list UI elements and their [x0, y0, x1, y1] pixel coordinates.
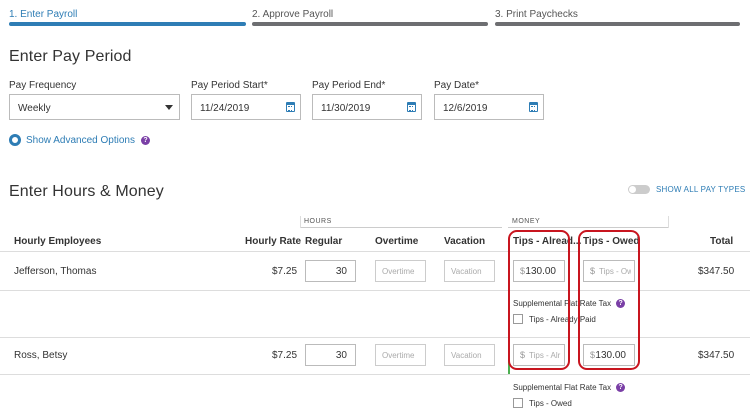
pay-frequency-select[interactable]: Weekly — [9, 94, 180, 120]
row-total: $347.50 — [698, 266, 735, 277]
step-progress-bar — [9, 22, 246, 26]
supplemental-tax-label: Supplemental Flat Rate Tax ? — [513, 383, 626, 392]
annotation-highlight-tips-already-paid — [508, 230, 570, 370]
pay-date-value: 12/6/2019 — [443, 103, 488, 114]
show-advanced-options-label: Show Advanced Options — [26, 134, 135, 146]
calendar-icon[interactable] — [286, 102, 295, 112]
col-header-total: Total — [710, 236, 734, 247]
vacation-hours-input[interactable]: Vacation — [444, 344, 495, 366]
help-icon[interactable]: ? — [140, 135, 150, 145]
step-progress-bar — [495, 22, 740, 26]
annotation-highlight-tips-owed — [578, 230, 640, 370]
show-all-pay-types-toggle[interactable] — [628, 185, 650, 194]
pay-frequency-label: Pay Frequency — [9, 80, 77, 91]
money-group-rule — [508, 227, 668, 228]
calendar-icon[interactable] — [407, 102, 416, 112]
chevron-down-icon — [165, 105, 173, 110]
pay-period-start-value: 11/24/2019 — [200, 103, 250, 114]
employee-name: Jefferson, Thomas — [14, 266, 97, 277]
gear-icon — [9, 134, 21, 146]
overtime-hours-input[interactable]: Overtime — [375, 344, 426, 366]
pay-period-end-label: Pay Period End* — [312, 80, 386, 91]
overtime-hours-input[interactable]: Overtime — [375, 260, 426, 282]
calendar-icon[interactable] — [529, 102, 538, 112]
pay-period-end-field[interactable]: 11/30/2019 — [312, 94, 422, 120]
step-approve-payroll[interactable]: 2. Approve Payroll — [252, 0, 488, 26]
hours-group-label: HOURS — [304, 218, 332, 225]
row-divider — [0, 374, 750, 375]
col-header-vacation: Vacation — [444, 236, 486, 247]
col-header-overtime: Overtime — [375, 236, 419, 247]
vacation-hours-input[interactable]: Vacation — [444, 260, 495, 282]
step-enter-payroll[interactable]: 1. Enter Payroll — [9, 0, 246, 26]
pay-date-label: Pay Date* — [434, 80, 480, 91]
supplemental-tax-text: Supplemental Flat Rate Tax — [513, 383, 612, 392]
step-label: 2. Approve Payroll — [252, 9, 334, 20]
pay-period-start-field[interactable]: 11/24/2019 — [191, 94, 301, 120]
show-advanced-options-link[interactable]: Show Advanced Options ? — [9, 133, 150, 147]
regular-hours-input[interactable]: 30 — [305, 344, 356, 366]
pay-period-end-value: 11/30/2019 — [321, 103, 371, 114]
tips-owed-checkbox[interactable] — [513, 398, 523, 408]
hours-column-divider — [300, 216, 301, 228]
show-all-pay-types-label[interactable]: SHOW ALL PAY TYPES — [656, 185, 745, 194]
money-group-label: MONEY — [512, 218, 541, 225]
step-print-paychecks[interactable]: 3. Print Paychecks — [495, 0, 740, 26]
pay-period-start-label: Pay Period Start* — [191, 80, 268, 91]
col-header-regular: Regular — [305, 236, 343, 247]
pay-period-title: Enter Pay Period — [9, 48, 132, 65]
row-total: $347.50 — [698, 350, 735, 361]
tips-owed-checkbox-label: Tips - Owed — [529, 399, 572, 408]
hours-money-title: Enter Hours & Money — [9, 183, 164, 200]
hourly-rate: $7.25 — [272, 266, 298, 277]
col-header-employee: Hourly Employees — [14, 236, 102, 247]
col-header-rate: Hourly Rate — [245, 236, 302, 247]
pay-frequency-value: Weekly — [18, 103, 51, 114]
hourly-rate: $7.25 — [272, 350, 298, 361]
employee-name: Ross, Betsy — [14, 350, 68, 361]
step-progress-bar — [252, 22, 488, 26]
help-icon[interactable]: ? — [616, 383, 626, 392]
step-label: 3. Print Paychecks — [495, 9, 578, 20]
step-label: 1. Enter Payroll — [9, 9, 78, 20]
regular-hours-input[interactable]: 30 — [305, 260, 356, 282]
hours-group-rule — [300, 227, 502, 228]
column-divider — [668, 216, 669, 228]
pay-date-field[interactable]: 12/6/2019 — [434, 94, 544, 120]
